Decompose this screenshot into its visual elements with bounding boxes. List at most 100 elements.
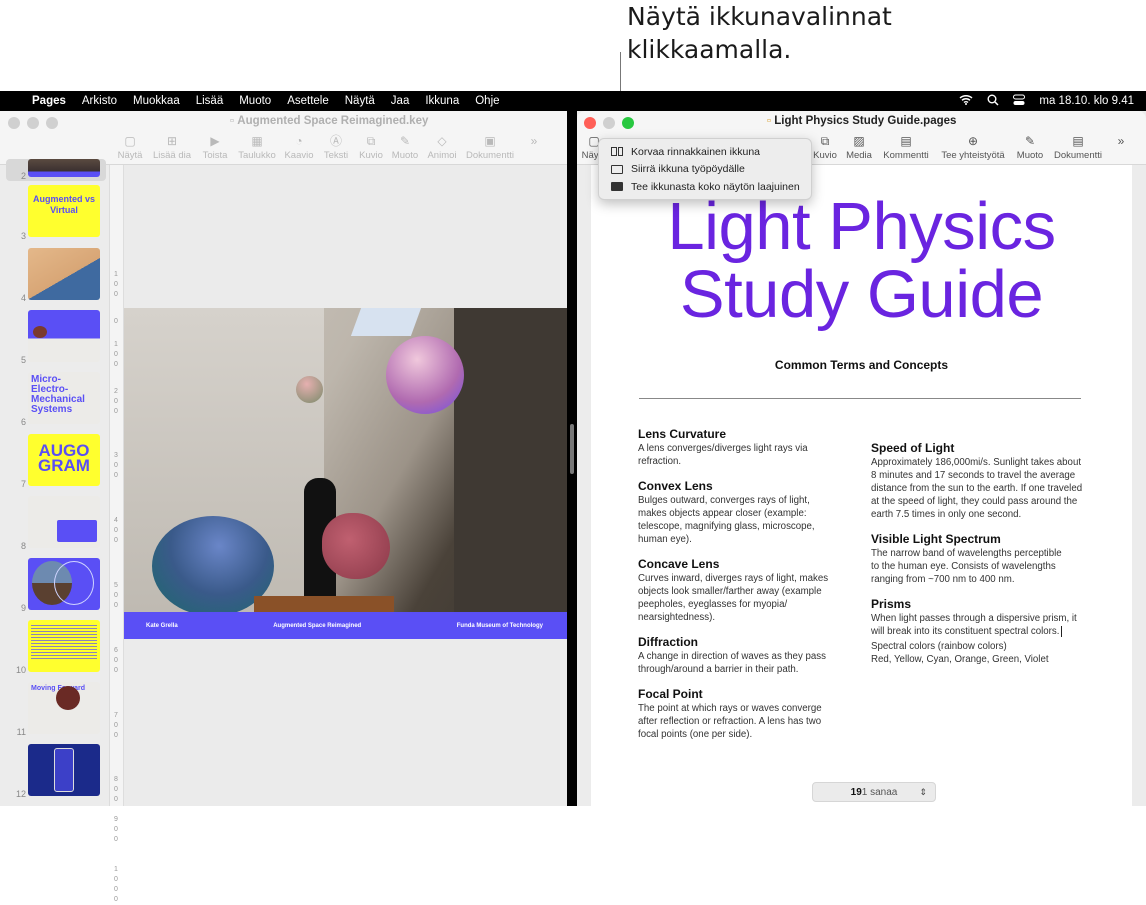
collaborate-icon: ⊕ bbox=[967, 134, 979, 148]
slide-thumbnail-12[interactable] bbox=[28, 744, 100, 796]
shape-icon: ⧉ bbox=[820, 134, 830, 148]
menu-muoto[interactable]: Muoto bbox=[231, 95, 279, 107]
control-center-icon[interactable] bbox=[1013, 94, 1026, 109]
slide-navigator[interactable]: 2 Augmented vs Virtual 3 4 5 Micro-Elect… bbox=[0, 159, 110, 806]
slide-thumbnail-8[interactable] bbox=[28, 496, 100, 548]
toolbar-muoto[interactable]: ✎ Muoto bbox=[387, 133, 423, 161]
term-entry[interactable]: Diffraction A change in direction of wave… bbox=[638, 635, 838, 676]
toolbar-taulukko[interactable]: ▦ Taulukko bbox=[233, 133, 281, 161]
wifi-icon[interactable] bbox=[959, 94, 973, 108]
zoom-button[interactable] bbox=[46, 117, 58, 129]
toolbar-muoto[interactable]: ✎ Muoto bbox=[1011, 133, 1049, 161]
toolbar-overflow[interactable]: » bbox=[519, 133, 549, 161]
slide-number: 11 bbox=[16, 727, 26, 737]
menu-nayta[interactable]: Näytä bbox=[337, 95, 383, 107]
keynote-window: ▫ Augmented Space Reimagined.key ▢ Näytä … bbox=[0, 111, 567, 903]
term-body: A change in direction of waves as they p… bbox=[638, 651, 826, 675]
term-entry[interactable]: Speed of Light Approximately 186,000mi/s.… bbox=[871, 441, 1086, 521]
term-entry[interactable]: Visible Light Spectrum The narrow band of… bbox=[871, 532, 1086, 586]
split-view-handle[interactable] bbox=[570, 424, 574, 474]
spotlight-search-icon[interactable] bbox=[987, 94, 999, 109]
toolbar-dokumentti[interactable]: ▣ Dokumentti bbox=[461, 133, 519, 161]
toolbar-toista[interactable]: ▶ Toista bbox=[197, 133, 233, 161]
slide-thumbnail-10[interactable] bbox=[28, 620, 100, 672]
toolbar-overflow[interactable]: » bbox=[1107, 133, 1135, 161]
menu-lisaa[interactable]: Lisää bbox=[188, 95, 232, 107]
toolbar-teksti[interactable]: Ⓐ Teksti bbox=[317, 133, 355, 161]
term-heading: Speed of Light bbox=[871, 441, 955, 455]
document-page[interactable]: Light Physics Study Guide Common Terms a… bbox=[591, 165, 1132, 806]
toolbar-label: Dokumentti bbox=[1053, 150, 1103, 161]
slide-thumbnail-6[interactable]: Micro-Electro-Mechanical Systems bbox=[28, 372, 100, 424]
toolbar-media[interactable]: ▨ Media bbox=[841, 133, 877, 161]
toolbar-kommentti[interactable]: ▤ Kommentti bbox=[877, 133, 935, 161]
chevron-updown-icon: ⇕ bbox=[919, 786, 927, 797]
pages-window: ▫ Light Physics Study Guide.pages ▢ Näytä… bbox=[577, 111, 1146, 806]
term-heading: Diffraction bbox=[638, 635, 698, 649]
slide-thumb-shape bbox=[54, 748, 74, 792]
toolbar-tee-yhteistyota[interactable]: ⊕ Tee yhteistyötä bbox=[935, 133, 1011, 161]
wall-dark bbox=[454, 308, 567, 612]
menubar-clock[interactable]: ma 18.10. klo 9.41 bbox=[1039, 95, 1134, 107]
pages-title-text: Light Physics Study Guide.pages bbox=[774, 115, 957, 127]
slide-thumbnail-2[interactable] bbox=[28, 159, 100, 177]
pages-window-controls bbox=[584, 117, 634, 129]
slide-thumbnail-11[interactable]: Moving Forward bbox=[28, 682, 100, 734]
term-heading: Lens Curvature bbox=[638, 427, 727, 441]
menu-bar: Pages Arkisto Muokkaa Lisää Muoto Asette… bbox=[0, 91, 1146, 111]
slide-thumbnail-4[interactable] bbox=[28, 248, 100, 300]
document-subtitle[interactable]: Common Terms and Concepts bbox=[591, 358, 1132, 372]
menu-muokkaa[interactable]: Muokkaa bbox=[125, 95, 188, 107]
toolbar-kaavio[interactable]: ◔ Kaavio bbox=[281, 133, 317, 161]
word-count-selector[interactable]: 19 1 sanaa ⇕ bbox=[812, 782, 936, 802]
word-count-label: 1 sanaa bbox=[861, 786, 898, 798]
menu-asettele[interactable]: Asettele bbox=[279, 95, 337, 107]
toolbar-dokumentti[interactable]: ▤ Dokumentti bbox=[1049, 133, 1107, 161]
slide-thumbnail-5[interactable] bbox=[28, 310, 100, 362]
pages-toolbar-right: ⧉ Kuvio ▨ Media ▤ Kommentti ⊕ Tee yhteistyöt… bbox=[809, 133, 1135, 161]
menu-app-name[interactable]: Pages bbox=[24, 95, 74, 107]
spectral-colors-label[interactable]: Spectral colors (rainbow colors) bbox=[871, 640, 1086, 653]
slide-thumb-text: Micro-Electro-Mechanical Systems bbox=[31, 374, 85, 415]
slide-number: 2 bbox=[20, 171, 26, 181]
ruler-label: 200 bbox=[114, 388, 118, 415]
slide-canvas[interactable]: Kate Grella Augmented Space Reimagined F… bbox=[124, 165, 567, 806]
term-entry[interactable]: Concave Lens Curves inward, diverges rays… bbox=[638, 557, 838, 624]
toolbar-animoi[interactable]: ◇ Animoi bbox=[423, 133, 461, 161]
toolbar-lisaa-dia[interactable]: ⊞ Lisää dia bbox=[147, 133, 197, 161]
slide-number: 12 bbox=[15, 789, 26, 799]
minimize-button[interactable] bbox=[603, 117, 615, 129]
term-entry[interactable]: Prisms When light passes through a disper… bbox=[871, 597, 1086, 638]
toolbar-kuvio[interactable]: ⧉ Kuvio bbox=[355, 133, 387, 161]
slide-thumbnail-9[interactable] bbox=[28, 558, 100, 610]
term-entry[interactable]: Convex Lens Bulges outward, converges ray… bbox=[638, 479, 838, 546]
slide-footer: Kate Grella Augmented Space Reimagined F… bbox=[124, 612, 567, 639]
minimize-button[interactable] bbox=[27, 117, 39, 129]
stairs bbox=[254, 596, 394, 612]
menu-move-to-desktop[interactable]: Siirrä ikkuna työpöydälle bbox=[599, 161, 811, 179]
slide-thumbnail-3[interactable]: Augmented vs Virtual bbox=[28, 185, 100, 237]
ruler-label: 800 bbox=[114, 776, 118, 803]
term-body: Approximately 186,000mi/s. Sunlight take… bbox=[871, 457, 1083, 520]
slide-thumbnail-7[interactable]: AUGO GRAM bbox=[28, 434, 100, 486]
spectral-colors-list[interactable]: Red, Yellow, Cyan, Orange, Green, Violet bbox=[871, 653, 1086, 666]
pages-title: ▫ Light Physics Study Guide.pages bbox=[767, 115, 956, 127]
toolbar-nayta[interactable]: ▢ Näytä bbox=[113, 133, 147, 161]
term-entry[interactable]: Lens Curvature A lens converges/diverges … bbox=[638, 427, 838, 468]
document-title[interactable]: Light Physics Study Guide bbox=[591, 193, 1132, 329]
term-body: The narrow band of wavelengths perceptib… bbox=[871, 548, 1062, 585]
menu-ikkuna[interactable]: Ikkuna bbox=[417, 95, 467, 107]
menu-enter-fullscreen[interactable]: Tee ikkunasta koko näytön laajuinen bbox=[599, 178, 811, 196]
menu-replace-tiled-window[interactable]: Korvaa rinnakkainen ikkuna bbox=[599, 143, 811, 161]
menu-ohje[interactable]: Ohje bbox=[467, 95, 507, 107]
close-button[interactable] bbox=[8, 117, 20, 129]
term-entry[interactable]: Focal Point The point at which rays or wa… bbox=[638, 687, 838, 741]
current-slide[interactable]: Kate Grella Augmented Space Reimagined F… bbox=[124, 308, 567, 643]
menu-jaa[interactable]: Jaa bbox=[383, 95, 418, 107]
sphere-small bbox=[296, 376, 323, 403]
toolbar-kuvio[interactable]: ⧉ Kuvio bbox=[809, 133, 841, 161]
toolbar-label: Tee yhteistyötä bbox=[941, 150, 1005, 161]
fullscreen-button[interactable] bbox=[622, 117, 634, 129]
menu-arkisto[interactable]: Arkisto bbox=[74, 95, 125, 107]
close-button[interactable] bbox=[584, 117, 596, 129]
